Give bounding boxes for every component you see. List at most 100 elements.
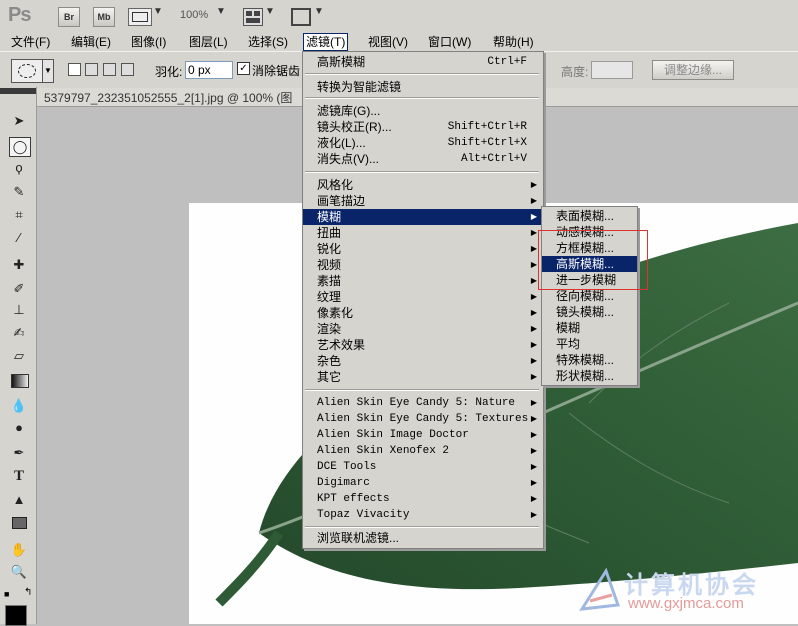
new-selection-icon[interactable]: [68, 63, 81, 76]
tool-preset-picker[interactable]: [11, 59, 43, 83]
antialias-checkbox[interactable]: ✓: [237, 62, 250, 75]
arrange-documents-icon[interactable]: [243, 8, 263, 26]
filter-menu-item-image-doctor[interactable]: Alien Skin Image Doctor ▶: [303, 427, 543, 443]
submenu-arrow-icon: ▶: [530, 244, 537, 253]
filter-menu-item-vanishing-point[interactable]: 消失点(V)... Alt+Ctrl+V: [303, 151, 543, 167]
blur-submenu-item-average[interactable]: 平均: [542, 336, 637, 352]
refine-edge-button[interactable]: 调整边缘...: [652, 60, 734, 80]
filter-menu-item-last-filter[interactable]: 高斯模糊 Ctrl+F: [303, 54, 543, 70]
dodge-tool-icon[interactable]: ●: [9, 419, 29, 437]
intersect-selection-icon[interactable]: [121, 63, 134, 76]
zoom-tool-icon[interactable]: 🔍: [9, 563, 29, 581]
filter-menu-item-convert-smart[interactable]: 转换为智能滤镜: [303, 79, 543, 95]
screen-mode-dropdown-icon[interactable]: ▼: [314, 6, 324, 17]
submenu-arrow-icon: ▶: [530, 308, 537, 317]
application-bar: [0, 0, 798, 34]
hand-tool-icon[interactable]: ✋: [9, 541, 29, 559]
filter-menu-item-digimarc[interactable]: Digimarc ▶: [303, 475, 543, 491]
eraser-tool-icon[interactable]: ▱: [9, 347, 29, 365]
filter-menu-item-noise[interactable]: 杂色 ▶: [303, 353, 543, 369]
foreground-color-swatch[interactable]: [5, 605, 27, 626]
menu-edit[interactable]: 编辑(E): [69, 34, 113, 50]
blur-submenu-item-smart[interactable]: 特殊模糊...: [542, 352, 637, 368]
healing-brush-tool-icon[interactable]: ✚: [9, 256, 29, 274]
history-brush-tool-icon[interactable]: ✍: [9, 324, 29, 342]
filter-menu-item-eye-candy-nature[interactable]: Alien Skin Eye Candy 5: Nature ▶: [303, 395, 543, 411]
menu-window[interactable]: 窗口(W): [426, 34, 473, 50]
gradient-tool-icon[interactable]: [9, 371, 29, 389]
document-tab[interactable]: 5379797_232351052555_2[1].jpg @ 100% (图: [44, 90, 292, 106]
menu-image[interactable]: 图像(I): [129, 34, 168, 50]
submenu-arrow-icon: ▶: [530, 494, 537, 503]
swap-colors-icon[interactable]: ↰: [24, 587, 32, 598]
filter-menu-item-sharpen[interactable]: 锐化 ▶: [303, 241, 543, 257]
filter-menu-item-xenofex[interactable]: Alien Skin Xenofex 2 ▶: [303, 443, 543, 459]
minibridge-button[interactable]: Mb: [93, 7, 115, 27]
filter-menu-item-sketch[interactable]: 素描 ▶: [303, 273, 543, 289]
blur-submenu-item-radial[interactable]: 径向模糊...: [542, 288, 637, 304]
zoom-level[interactable]: 100%: [180, 9, 208, 21]
submenu-arrow-icon: ▶: [530, 180, 537, 189]
clone-stamp-tool-icon[interactable]: ⊥: [9, 301, 29, 319]
filter-menu-item-lens-correction[interactable]: 镜头校正(R)... Shift+Ctrl+R: [303, 119, 543, 135]
filter-menu: 高斯模糊 Ctrl+F 转换为智能滤镜 滤镜库(G)... 镜头校正(R)... S…: [302, 51, 544, 549]
lasso-tool-icon[interactable]: ϙ: [9, 159, 29, 177]
screen-mode-icon[interactable]: [291, 8, 311, 26]
eyedropper-tool-icon[interactable]: ⁄: [9, 229, 29, 247]
submenu-arrow-icon: ▶: [530, 228, 537, 237]
view-extras-dropdown-icon[interactable]: ▼: [153, 6, 163, 17]
filter-menu-item-eye-candy-textures[interactable]: Alien Skin Eye Candy 5: Textures ▶: [303, 411, 543, 427]
menu-select[interactable]: 选择(S): [246, 34, 290, 50]
filter-menu-item-topaz-vivacity[interactable]: Topaz Vivacity ▶: [303, 507, 543, 523]
brush-tool-icon[interactable]: ✐: [9, 280, 29, 298]
filter-menu-item-video[interactable]: 视频 ▶: [303, 257, 543, 273]
filter-menu-item-artistic[interactable]: 艺术效果 ▶: [303, 337, 543, 353]
blur-submenu-item-blur[interactable]: 模糊: [542, 320, 637, 336]
menu-filter[interactable]: 滤镜(T): [302, 33, 349, 51]
menu-layer[interactable]: 图层(L): [187, 34, 230, 50]
elliptical-marquee-icon: [18, 64, 36, 78]
crop-tool-icon[interactable]: ⌗: [9, 206, 29, 224]
elliptical-marquee-tool-icon[interactable]: ◯: [9, 137, 31, 157]
move-tool-icon[interactable]: ➤: [9, 112, 29, 130]
annotation-highlight-box: [538, 230, 648, 290]
filter-menu-item-blur[interactable]: 模糊 ▶: [303, 209, 543, 225]
default-colors-icon[interactable]: ■: [4, 589, 9, 599]
blur-submenu-item-lens[interactable]: 镜头模糊...: [542, 304, 637, 320]
subtract-from-selection-icon[interactable]: [103, 63, 116, 76]
bridge-button[interactable]: Br: [58, 7, 80, 27]
filter-menu-item-pixelate[interactable]: 像素化 ▶: [303, 305, 543, 321]
pen-tool-icon[interactable]: ✒: [9, 444, 29, 462]
submenu-arrow-icon: ▶: [530, 478, 537, 487]
filter-menu-item-stylize[interactable]: 风格化 ▶: [303, 177, 543, 193]
rectangle-tool-icon[interactable]: [9, 514, 29, 532]
blur-submenu-item-surface[interactable]: 表面模糊...: [542, 208, 637, 224]
filter-menu-item-brush-strokes[interactable]: 画笔描边 ▶: [303, 193, 543, 209]
filter-menu-item-dce-tools[interactable]: DCE Tools ▶: [303, 459, 543, 475]
filter-menu-item-browse-online[interactable]: 浏览联机滤镜...: [303, 530, 543, 546]
feather-input[interactable]: 0 px: [185, 61, 233, 79]
view-extras-icon[interactable]: [128, 8, 152, 26]
height-input[interactable]: [591, 61, 633, 79]
quick-selection-tool-icon[interactable]: ✎: [9, 183, 29, 201]
menu-view[interactable]: 视图(V): [366, 34, 410, 50]
path-selection-tool-icon[interactable]: ▲: [9, 491, 29, 509]
filter-menu-item-distort[interactable]: 扭曲 ▶: [303, 225, 543, 241]
filter-menu-item-liquify[interactable]: 液化(L)... Shift+Ctrl+X: [303, 135, 543, 151]
preset-dropdown-icon[interactable]: ▼: [42, 59, 54, 83]
zoom-dropdown-icon[interactable]: ▼: [216, 6, 226, 17]
filter-menu-item-kpt-effects[interactable]: KPT effects ▶: [303, 491, 543, 507]
submenu-arrow-icon: ▶: [530, 446, 537, 455]
blur-submenu-item-shape[interactable]: 形状模糊...: [542, 368, 637, 384]
filter-menu-item-filter-gallery[interactable]: 滤镜库(G)...: [303, 103, 543, 119]
filter-menu-item-texture[interactable]: 纹理 ▶: [303, 289, 543, 305]
photoshop-logo: Ps: [8, 4, 31, 26]
menu-help[interactable]: 帮助(H): [491, 34, 536, 50]
filter-menu-item-other[interactable]: 其它 ▶: [303, 369, 543, 385]
arrange-dropdown-icon[interactable]: ▼: [265, 6, 275, 17]
menu-file[interactable]: 文件(F): [9, 34, 52, 50]
filter-menu-item-render[interactable]: 渲染 ▶: [303, 321, 543, 337]
add-to-selection-icon[interactable]: [85, 63, 98, 76]
type-tool-icon[interactable]: T: [9, 467, 29, 485]
blur-tool-icon[interactable]: 💧: [9, 397, 29, 415]
